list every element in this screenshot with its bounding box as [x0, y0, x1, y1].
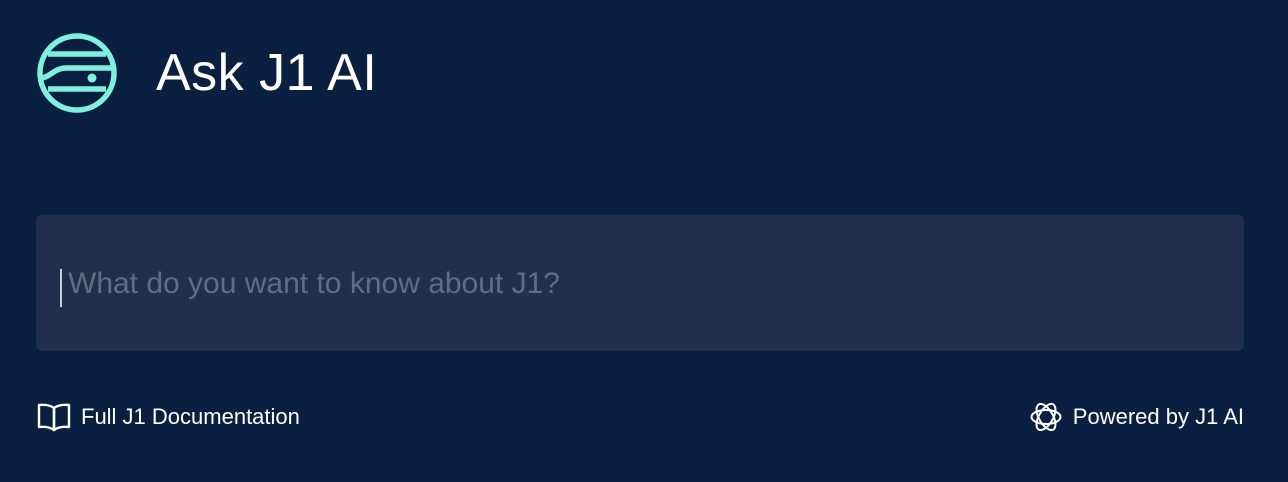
- search-input[interactable]: [68, 259, 1208, 309]
- header: Ask J1 AI: [36, 32, 377, 114]
- book-icon: [37, 402, 71, 432]
- search-box[interactable]: [36, 215, 1244, 351]
- ask-ai-panel: Ask J1 AI Full J1 Documentation Powered …: [0, 0, 1288, 482]
- powered-by: Powered by J1 AI: [1029, 400, 1244, 434]
- page-title: Ask J1 AI: [156, 44, 378, 102]
- powered-by-label: Powered by J1 AI: [1072, 404, 1244, 429]
- planet-logo-icon: [37, 33, 117, 113]
- text-caret: [60, 269, 62, 307]
- openai-knot-icon: [1029, 400, 1063, 434]
- docs-link[interactable]: Full J1 Documentation: [37, 400, 300, 434]
- docs-link-label: Full J1 Documentation: [81, 404, 300, 429]
